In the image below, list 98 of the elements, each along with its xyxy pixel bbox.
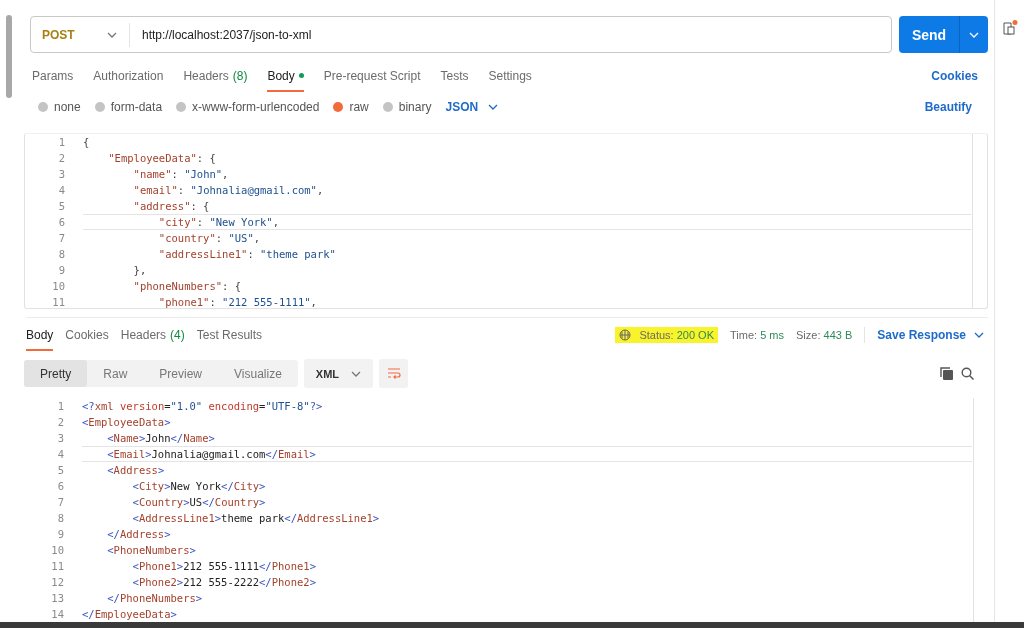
body-type-radio[interactable]: raw <box>333 100 369 115</box>
line-number: 7 <box>57 230 66 246</box>
radio-label: form-data <box>110 100 163 115</box>
request-tab[interactable]: Headers (8) <box>183 68 248 92</box>
code-text: "name": "John", <box>132 166 230 182</box>
code-text: </EmployeeData> <box>82 607 178 622</box>
line-number: 7 <box>56 495 65 510</box>
line-number: 14 <box>50 607 65 622</box>
response-meta-text: Time: 5 ms <box>730 329 784 341</box>
response-tab[interactable]: Headers (4) <box>120 328 185 351</box>
response-tab[interactable]: Body <box>26 328 54 351</box>
chevron-down-icon <box>488 104 499 111</box>
line-number: 5 <box>56 463 65 478</box>
line-number: 8 <box>57 246 66 262</box>
code-text: "email": "Johnalia@gmail.com", <box>132 182 325 198</box>
body-type-radio[interactable]: form-data <box>94 100 163 115</box>
code-text: "EmployeeData": { <box>107 150 217 166</box>
request-body-editor[interactable] <box>24 132 988 310</box>
line-number: 10 <box>51 278 66 294</box>
view-mode-tab[interactable]: Raw <box>87 360 144 387</box>
code-text: { <box>83 134 91 150</box>
line-number: 3 <box>57 166 66 182</box>
line-number: 1 <box>57 134 66 150</box>
search-icon[interactable] <box>961 367 974 380</box>
code-text: "phoneNumbers": { <box>132 278 243 294</box>
line-number: 6 <box>57 214 66 230</box>
response-format-dropdown[interactable]: XML <box>303 359 374 388</box>
line-number: 8 <box>56 511 65 526</box>
response-meta-text: Size: 443 B <box>796 329 853 341</box>
scrollbar-thumb[interactable] <box>6 15 12 98</box>
radio-label: none <box>54 100 81 115</box>
code-text: <PhoneNumbers> <box>106 543 197 558</box>
code-text: </PhoneNumbers> <box>106 591 204 606</box>
code-text: <Email>Johnalia@gmail.com</Email> <box>82 446 972 462</box>
request-tab[interactable]: Body <box>267 68 304 92</box>
line-number: 4 <box>56 447 65 462</box>
code-text: <Address> <box>106 463 166 478</box>
code-text: "address": { <box>132 198 211 214</box>
body-type-radio[interactable]: none <box>38 100 81 115</box>
chevron-down-icon <box>351 370 362 377</box>
view-mode-tab[interactable]: Pretty <box>24 360 88 387</box>
globe-icon <box>619 329 632 341</box>
line-number: 12 <box>50 575 65 590</box>
wrap-lines-icon <box>386 367 401 380</box>
line-number: 9 <box>56 527 65 542</box>
line-number: 11 <box>51 294 66 309</box>
code-text: <Country>US</Country> <box>131 495 267 510</box>
cookies-link[interactable]: Cookies <box>931 68 978 83</box>
chevron-down-icon <box>969 31 979 38</box>
chevron-down-icon <box>107 31 117 38</box>
view-mode-tab[interactable]: Preview <box>143 360 219 387</box>
code-text: <Phone1>212 555-1111</Phone1> <box>131 559 317 574</box>
status-text: Status: 200 OK <box>639 329 714 341</box>
save-response-button[interactable]: Save Response <box>877 328 984 342</box>
body-type-radio[interactable]: binary <box>382 100 432 115</box>
copy-icon[interactable] <box>940 367 953 380</box>
line-number: 3 <box>56 431 65 446</box>
tab-count: (8) <box>232 68 248 83</box>
beautify-link[interactable]: Beautify <box>924 100 972 115</box>
line-number: 4 <box>57 182 66 198</box>
request-tab[interactable]: Pre-request Script <box>323 68 421 92</box>
code-text: "phone1": "212 555-1111", <box>157 294 318 309</box>
method-dropdown[interactable]: POST <box>31 22 130 47</box>
line-number: 11 <box>50 559 65 574</box>
code-text: "city": "New York", <box>83 213 971 230</box>
response-tab[interactable]: Cookies <box>65 328 109 351</box>
line-number: 10 <box>50 543 65 558</box>
request-tab[interactable]: Tests <box>440 68 469 92</box>
code-text: "addressLine1": "theme park" <box>157 246 337 262</box>
radio-label: raw <box>349 100 369 115</box>
tab-count: (4) <box>170 328 185 342</box>
code-text: <AddressLine1>theme park</AddressLine1> <box>131 511 381 526</box>
format-dropdown[interactable]: JSON <box>445 100 499 115</box>
chevron-down-icon <box>974 332 984 338</box>
request-tab[interactable]: Authorization <box>93 68 164 92</box>
code-text: }, <box>132 262 148 278</box>
line-number: 13 <box>50 591 65 606</box>
line-number: 1 <box>56 399 65 414</box>
request-tab[interactable]: Params <box>32 68 74 92</box>
wrap-lines-button[interactable] <box>379 359 409 388</box>
code-text: <City>New York</City> <box>131 479 267 494</box>
url-field[interactable]: POST http://localhost:2037/json-to-xml <box>30 16 892 53</box>
response-tab[interactable]: Test Results <box>196 328 263 351</box>
line-number: 6 <box>56 479 65 494</box>
request-tab[interactable]: Settings <box>488 68 532 92</box>
line-number: 2 <box>56 415 65 430</box>
clipboard-icon[interactable] <box>1001 20 1018 36</box>
view-mode-tab[interactable]: Visualize <box>218 360 298 387</box>
line-number: 2 <box>57 150 66 166</box>
line-number: 9 <box>57 262 66 278</box>
code-text: <EmployeeData> <box>82 415 172 430</box>
code-text: <?xml version="1.0" encoding="UTF-8"?> <box>82 399 324 414</box>
code-text: </Address> <box>106 527 172 542</box>
code-text: <Phone2>212 555-2222</Phone2> <box>131 575 317 590</box>
code-text: <Name>John</Name> <box>106 431 216 446</box>
radio-label: binary <box>398 100 432 115</box>
code-text: "country": "US", <box>157 230 262 246</box>
line-number: 5 <box>57 198 66 214</box>
